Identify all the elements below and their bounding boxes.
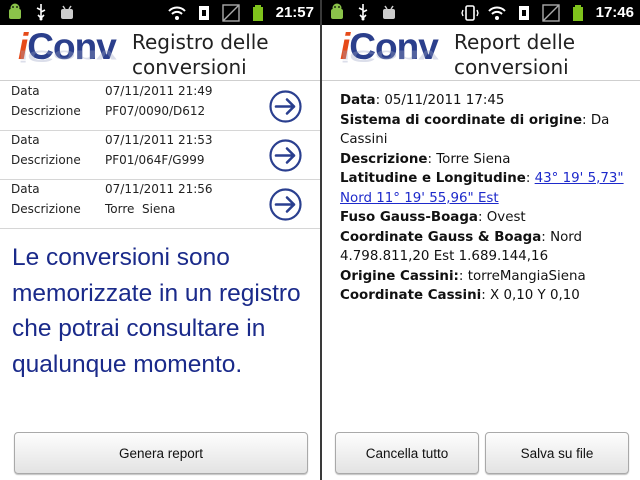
clear-all-button[interactable]: Cancella tutto bbox=[335, 432, 479, 474]
debug-icon bbox=[383, 5, 395, 19]
description-label: Descrizione bbox=[11, 202, 81, 216]
conversion-list: Data 07/11/2011 21:49 Descrizione PF07/009… bbox=[0, 82, 320, 229]
description-value: Torre Siena bbox=[105, 202, 176, 216]
status-bar: 21:57 bbox=[0, 0, 320, 25]
date-label: Data bbox=[11, 84, 40, 98]
arrow-right-icon[interactable] bbox=[269, 188, 302, 221]
signal-icon bbox=[541, 3, 560, 22]
usb-icon bbox=[358, 4, 368, 21]
status-time: 17:46 bbox=[595, 4, 634, 21]
generate-report-button[interactable]: Genera report bbox=[14, 432, 308, 474]
arrow-right-icon[interactable] bbox=[269, 90, 302, 123]
date-value: 07/11/2011 21:53 bbox=[105, 133, 213, 147]
date-label: Data bbox=[11, 182, 40, 196]
app-header: iConv iConv Report delle conversioni bbox=[322, 25, 640, 81]
status-bar: 17:46 bbox=[322, 0, 640, 25]
report-origin-system: Sistema di coordinate di origine: Da Cas… bbox=[340, 112, 610, 148]
battery-icon bbox=[252, 4, 263, 21]
iconv-logo: iConv iConv bbox=[340, 26, 439, 67]
wifi-icon bbox=[167, 6, 186, 20]
android-notification-icon bbox=[331, 3, 343, 19]
description-label: Descrizione bbox=[11, 104, 81, 118]
page-title: Registro delle conversioni bbox=[132, 30, 269, 79]
report-cassini-origin: Origine Cassini:: torreMangiaSiena bbox=[340, 268, 586, 284]
wifi-icon bbox=[487, 6, 506, 20]
report-screen: 17:46 iConv iConv Report delle conversio… bbox=[322, 0, 640, 480]
date-label: Data bbox=[11, 133, 40, 147]
info-text: Le conversioni sono memorizzate in un re… bbox=[12, 244, 301, 378]
report-description: Descrizione: Torre Siena bbox=[340, 151, 511, 167]
vibrate-icon bbox=[460, 4, 479, 21]
conversion-report: Data: 05/11/2011 17:45 Sistema di coordi… bbox=[340, 91, 630, 306]
android-notification-icon bbox=[9, 3, 21, 19]
signal-icon bbox=[221, 3, 240, 22]
usb-icon bbox=[36, 4, 46, 21]
status-time: 21:57 bbox=[275, 4, 314, 21]
report-zone: Fuso Gauss-Boaga: Ovest bbox=[340, 210, 526, 225]
list-item[interactable]: Data 07/11/2011 21:49 Descrizione PF07/009… bbox=[0, 82, 320, 131]
date-value: 07/11/2011 21:56 bbox=[105, 182, 213, 196]
report-gauss-coords: Coordinate Gauss & Boaga: Nord 4.798.811… bbox=[340, 229, 583, 265]
list-item[interactable]: Data 07/11/2011 21:56 Descrizione Torre Si… bbox=[0, 180, 320, 229]
sim-icon bbox=[198, 5, 209, 20]
description-value: PF01/064F/G999 bbox=[105, 153, 205, 167]
list-item[interactable]: Data 07/11/2011 21:53 Descrizione PF01/064… bbox=[0, 131, 320, 180]
arrow-right-icon[interactable] bbox=[269, 139, 302, 172]
app-header: iConv iConv Registro delle conversioni bbox=[0, 25, 320, 81]
debug-icon bbox=[61, 5, 73, 19]
report-cassini-coords: Coordinate Cassini: X 0,10 Y 0,10 bbox=[340, 288, 580, 303]
report-latlon: Latitudine e Longitudine: 43° 19' 5,73" … bbox=[340, 171, 624, 206]
date-value: 07/11/2011 21:49 bbox=[105, 84, 213, 98]
description-value: PF07/0090/D612 bbox=[105, 104, 206, 118]
save-to-file-button[interactable]: Salva su file bbox=[485, 432, 629, 474]
description-label: Descrizione bbox=[11, 153, 81, 167]
registry-screen: 21:57 iConv iConv Registro delle convers… bbox=[0, 0, 320, 480]
page-title: Report delle conversioni bbox=[454, 30, 576, 79]
sim-icon bbox=[518, 5, 529, 20]
iconv-logo: iConv iConv bbox=[18, 26, 117, 67]
report-date: Data: 05/11/2011 17:45 bbox=[340, 93, 505, 108]
battery-icon bbox=[572, 4, 583, 21]
